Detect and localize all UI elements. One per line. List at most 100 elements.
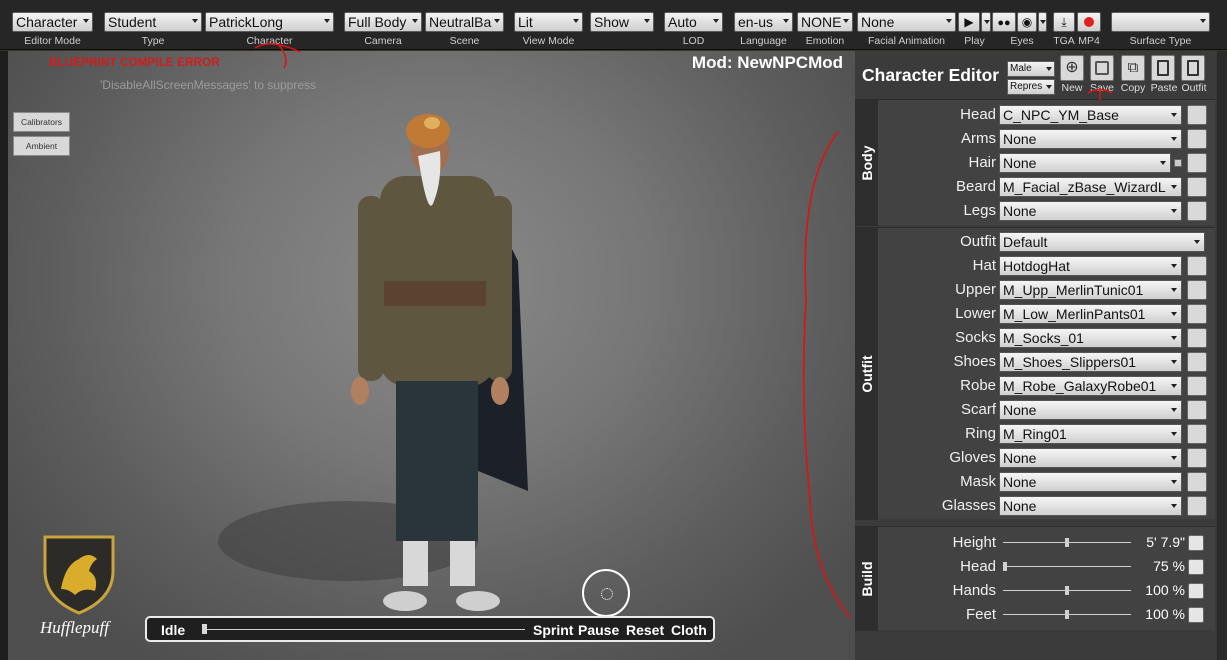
- reset-icon[interactable]: [1188, 559, 1204, 575]
- gear-icon[interactable]: [1187, 177, 1207, 197]
- head-scale-value: 75 %: [1153, 558, 1185, 574]
- gear-icon[interactable]: [1187, 448, 1207, 468]
- editor-mode-label: Editor Mode: [24, 35, 81, 47]
- gear-icon[interactable]: [1187, 256, 1207, 276]
- outfit-row-mask: Mask None: [879, 470, 1215, 494]
- ring-dropdown[interactable]: M_Ring01: [999, 424, 1182, 444]
- representation-dropdown[interactable]: Repres: [1007, 79, 1055, 95]
- eyes-toggle-button[interactable]: ●●: [992, 12, 1016, 32]
- gear-icon[interactable]: [1187, 129, 1207, 149]
- glasses-dropdown[interactable]: None: [999, 496, 1182, 516]
- build-tab-label: Build: [858, 561, 875, 597]
- row-label: Hands: [952, 582, 996, 599]
- character-viewport[interactable]: BLUEPRINT COMPILE ERROR 'DisableAllScree…: [8, 51, 855, 660]
- mask-dropdown[interactable]: None: [999, 472, 1182, 492]
- language-value: en-us: [738, 14, 774, 30]
- character-dropdown[interactable]: PatrickLong: [205, 12, 334, 32]
- gear-icon[interactable]: [1187, 472, 1207, 492]
- hair-color-swatch[interactable]: [1174, 159, 1182, 167]
- idle-button[interactable]: Idle: [161, 622, 185, 638]
- save-button[interactable]: [1090, 55, 1114, 81]
- hands-scale-slider-handle[interactable]: [1065, 586, 1069, 595]
- robe-dropdown[interactable]: M_Robe_GalaxyRobe01: [999, 376, 1182, 396]
- gear-icon[interactable]: [1187, 424, 1207, 444]
- reset-icon[interactable]: [1188, 607, 1204, 623]
- emotion-dropdown[interactable]: NONE: [797, 12, 853, 32]
- gear-icon[interactable]: [1187, 352, 1207, 372]
- gear-icon[interactable]: [1187, 376, 1207, 396]
- feet-scale-slider-handle[interactable]: [1065, 610, 1069, 619]
- chevron-down-icon: [1171, 408, 1177, 412]
- chevron-down-icon: [713, 19, 719, 23]
- facial-animation-dropdown[interactable]: None: [857, 12, 956, 32]
- reset-icon[interactable]: [1188, 535, 1204, 551]
- hat-dropdown[interactable]: HotdogHat: [999, 256, 1182, 276]
- hair-dropdown[interactable]: None: [999, 153, 1171, 173]
- legs-dropdown[interactable]: None: [999, 201, 1182, 221]
- view-mode-label: View Mode: [522, 35, 575, 47]
- row-label: Shoes: [953, 353, 996, 370]
- scene-value: NeutralBa: [429, 14, 492, 30]
- build-tab[interactable]: Build: [855, 527, 878, 631]
- new-button[interactable]: ⊕: [1060, 55, 1084, 81]
- row-label: Hat: [972, 257, 996, 274]
- camera-label: Camera: [364, 35, 402, 47]
- head-dropdown[interactable]: C_NPC_YM_Base: [999, 105, 1182, 125]
- scarf-dropdown[interactable]: None: [999, 400, 1182, 420]
- sprint-button[interactable]: Sprint: [533, 622, 573, 638]
- gear-icon[interactable]: [1187, 496, 1207, 516]
- record-button[interactable]: [1077, 12, 1101, 32]
- play-options-button[interactable]: [981, 12, 991, 32]
- view-mode-dropdown[interactable]: Lit: [514, 12, 583, 32]
- outfit-tab[interactable]: Outfit: [855, 228, 878, 520]
- gear-icon[interactable]: [1187, 400, 1207, 420]
- camera-reticle-icon[interactable]: [582, 569, 630, 617]
- paste-button[interactable]: [1151, 55, 1175, 81]
- outfit-section: Outfit Outfit Default Hat HotdogHat Uppe…: [855, 227, 1215, 520]
- gear-icon[interactable]: [1187, 201, 1207, 221]
- gear-icon[interactable]: [1187, 304, 1207, 324]
- surface-type-dropdown[interactable]: [1111, 12, 1210, 32]
- scene-dropdown[interactable]: NeutralBa: [425, 12, 504, 32]
- head-scale-slider-handle[interactable]: [1003, 562, 1007, 571]
- upper-dropdown[interactable]: M_Upp_MerlinTunic01: [999, 280, 1182, 300]
- eyes-label: Eyes: [1010, 35, 1034, 47]
- animation-timeline[interactable]: [203, 629, 525, 630]
- type-dropdown[interactable]: Student: [104, 12, 202, 32]
- cloth-button[interactable]: Cloth: [671, 622, 707, 638]
- tga-export-button[interactable]: ⤓: [1053, 12, 1075, 32]
- gender-dropdown[interactable]: Male: [1007, 61, 1055, 77]
- beard-dropdown[interactable]: M_Facial_zBase_WizardL: [999, 177, 1182, 197]
- scarf-value: None: [1003, 402, 1037, 418]
- editor-mode-dropdown[interactable]: Character: [12, 12, 93, 32]
- animation-scrubber[interactable]: [202, 624, 207, 634]
- language-dropdown[interactable]: en-us: [734, 12, 793, 32]
- eyes-options-button[interactable]: [1038, 12, 1047, 32]
- reset-button[interactable]: Reset: [626, 622, 664, 638]
- shoes-dropdown[interactable]: M_Shoes_Slippers01: [999, 352, 1182, 372]
- panel-scrollbar[interactable]: [1217, 51, 1227, 660]
- camera-dropdown[interactable]: Full Body: [344, 12, 422, 32]
- lower-dropdown[interactable]: M_Low_MerlinPants01: [999, 304, 1182, 324]
- eye-view-button[interactable]: ◉: [1017, 12, 1037, 32]
- reset-icon[interactable]: [1188, 583, 1204, 599]
- chevron-down-icon: [1171, 113, 1177, 117]
- body-tab[interactable]: Body: [855, 100, 878, 226]
- outfit-row-lower: Lower M_Low_MerlinPants01: [879, 302, 1215, 326]
- outfit-button[interactable]: [1181, 55, 1205, 81]
- gear-icon[interactable]: [1187, 153, 1207, 173]
- height-slider-handle[interactable]: [1065, 538, 1069, 547]
- show-dropdown[interactable]: Show: [590, 12, 654, 32]
- play-button[interactable]: ▶: [958, 12, 980, 32]
- lod-dropdown[interactable]: Auto: [664, 12, 723, 32]
- copy-button[interactable]: ⧉: [1121, 55, 1145, 81]
- head-scale-slider[interactable]: [1003, 566, 1131, 567]
- pause-button[interactable]: Pause: [578, 622, 619, 638]
- outfit-dropdown[interactable]: Default: [999, 232, 1205, 252]
- arms-dropdown[interactable]: None: [999, 129, 1182, 149]
- gear-icon[interactable]: [1187, 328, 1207, 348]
- socks-dropdown[interactable]: M_Socks_01: [999, 328, 1182, 348]
- gloves-dropdown[interactable]: None: [999, 448, 1182, 468]
- gear-icon[interactable]: [1187, 105, 1207, 125]
- gear-icon[interactable]: [1187, 280, 1207, 300]
